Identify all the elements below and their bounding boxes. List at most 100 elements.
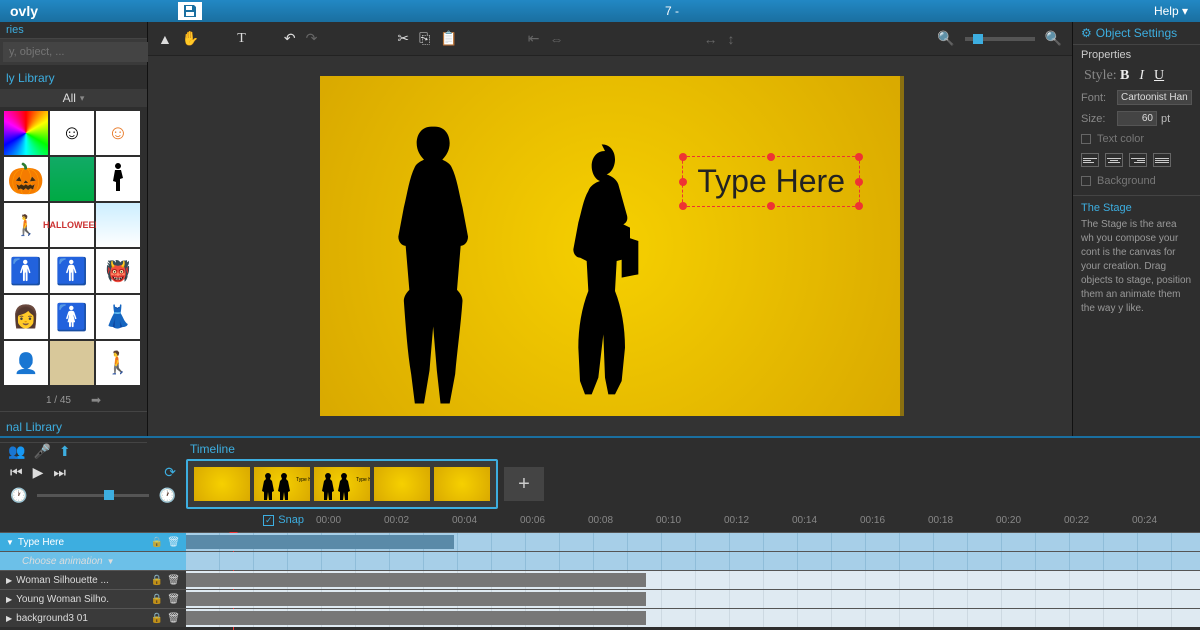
asset-thumb[interactable]: 🎃 bbox=[4, 157, 48, 201]
resize-handle[interactable] bbox=[679, 153, 687, 161]
align-center-icon[interactable]: ⇔ bbox=[549, 31, 563, 47]
asset-thumb[interactable]: 🚶 bbox=[96, 341, 140, 385]
lock-icon[interactable]: 🔒 bbox=[151, 613, 163, 624]
distribute-h-icon[interactable]: ↔ bbox=[703, 31, 717, 47]
asset-thumb[interactable]: ☺ bbox=[50, 111, 94, 155]
textcolor-checkbox[interactable] bbox=[1081, 134, 1091, 144]
timeline-track[interactable]: Choose animation ▼ bbox=[0, 551, 1200, 570]
resize-handle[interactable] bbox=[767, 153, 775, 161]
copy-icon[interactable]: ⎘ bbox=[419, 30, 430, 47]
timeline-track[interactable]: ▶Young Woman Silho.🔒🗑 bbox=[0, 589, 1200, 608]
resize-handle[interactable] bbox=[855, 178, 863, 186]
track-bar[interactable] bbox=[186, 573, 646, 587]
clip-thumb[interactable] bbox=[374, 467, 430, 501]
track-bar[interactable] bbox=[186, 592, 646, 606]
expand-icon[interactable]: ▶ bbox=[6, 576, 12, 585]
asset-thumb[interactable]: 🚹 bbox=[50, 249, 94, 293]
search-row: ✕ 🔍 bbox=[0, 39, 147, 65]
align-left-button[interactable] bbox=[1081, 153, 1099, 167]
expand-icon[interactable]: ▼ bbox=[6, 538, 14, 547]
zoom-out-icon[interactable]: 🔍 bbox=[937, 30, 954, 47]
clip-thumb[interactable]: Type Here bbox=[254, 467, 310, 501]
select-tool-icon[interactable]: ▲ bbox=[158, 31, 172, 47]
clip-thumb[interactable] bbox=[194, 467, 250, 501]
timeline-track[interactable]: ▼Type Here🔒🗑 bbox=[0, 532, 1200, 551]
asset-thumb[interactable]: 👩 bbox=[4, 295, 48, 339]
undo-icon[interactable]: ↶ bbox=[284, 30, 296, 47]
save-button[interactable] bbox=[178, 2, 202, 20]
zoom-in-icon[interactable]: 🔍 bbox=[1045, 30, 1062, 47]
hand-tool-icon[interactable]: ✋ bbox=[182, 30, 199, 47]
stage-canvas[interactable]: Type Here bbox=[320, 76, 900, 416]
help-menu[interactable]: Help ▾ bbox=[1142, 4, 1200, 18]
italic-button[interactable]: I bbox=[1136, 68, 1147, 84]
add-clip-button[interactable]: + bbox=[504, 467, 544, 501]
forward-icon[interactable]: ⏭ bbox=[53, 464, 66, 481]
lock-icon[interactable]: 🔒 bbox=[151, 537, 163, 548]
expand-icon[interactable]: ▶ bbox=[6, 614, 12, 623]
timeline-track[interactable]: ▶background3 01🔒🗑 bbox=[0, 608, 1200, 627]
asset-thumb[interactable] bbox=[96, 157, 140, 201]
asset-thumb[interactable] bbox=[50, 157, 94, 201]
delete-icon[interactable]: 🗑 bbox=[167, 594, 180, 605]
size-input[interactable] bbox=[1117, 111, 1157, 126]
asset-thumb[interactable]: HALLOWEEN bbox=[50, 203, 94, 247]
category-filter[interactable]: All bbox=[0, 89, 147, 107]
cut-icon[interactable]: ✂ bbox=[397, 30, 409, 47]
bold-button[interactable]: B bbox=[1117, 68, 1132, 84]
lock-icon[interactable]: 🔒 bbox=[151, 594, 163, 605]
zoom-slider[interactable] bbox=[965, 37, 1035, 41]
underline-button[interactable]: U bbox=[1151, 68, 1167, 84]
resize-handle[interactable] bbox=[679, 178, 687, 186]
asset-thumb[interactable]: 👤 bbox=[4, 341, 48, 385]
resize-handle[interactable] bbox=[679, 202, 687, 210]
font-select[interactable] bbox=[1117, 90, 1192, 105]
track-bar[interactable] bbox=[186, 535, 454, 549]
sidebar-tab[interactable]: ries bbox=[0, 22, 147, 39]
asset-thumb[interactable]: 🚶 bbox=[4, 203, 48, 247]
asset-thumb[interactable] bbox=[4, 111, 48, 155]
silhouette-1[interactable] bbox=[380, 116, 490, 416]
asset-thumb[interactable]: 🚺 bbox=[50, 295, 94, 339]
text-tool-icon[interactable]: T bbox=[237, 31, 246, 47]
silhouette-2[interactable] bbox=[555, 126, 655, 416]
text-box-selected[interactable]: Type Here bbox=[682, 156, 860, 207]
search-input[interactable] bbox=[3, 42, 157, 62]
asset-thumb[interactable] bbox=[50, 341, 94, 385]
resize-handle[interactable] bbox=[767, 202, 775, 210]
resize-handle[interactable] bbox=[855, 153, 863, 161]
snap-checkbox[interactable]: ✓ bbox=[263, 515, 274, 526]
asset-thumb[interactable]: ☺ bbox=[96, 111, 140, 155]
resize-handle[interactable] bbox=[855, 202, 863, 210]
loop-icon[interactable]: ⟳ bbox=[164, 464, 176, 481]
time-ruler[interactable]: 00:0000:0200:0400:0600:0800:1000:1200:14… bbox=[316, 515, 1200, 526]
delete-icon[interactable]: 🗑 bbox=[167, 537, 180, 548]
track-bar[interactable] bbox=[186, 611, 646, 625]
clip-thumb[interactable] bbox=[434, 467, 490, 501]
asset-thumb[interactable]: 🚹 bbox=[4, 249, 48, 293]
asset-thumb[interactable] bbox=[96, 203, 140, 247]
align-center-button[interactable] bbox=[1105, 153, 1123, 167]
redo-icon[interactable]: ↷ bbox=[306, 30, 318, 47]
play-icon[interactable]: ▶ bbox=[33, 464, 44, 481]
background-checkbox[interactable] bbox=[1081, 176, 1091, 186]
delete-icon[interactable]: 🗑 bbox=[167, 575, 180, 586]
delete-icon[interactable]: 🗑 bbox=[167, 613, 180, 624]
rewind-icon[interactable]: ⏮ bbox=[10, 464, 23, 481]
lock-icon[interactable]: 🔒 bbox=[151, 575, 163, 586]
align-left-icon[interactable]: ⇤ bbox=[528, 30, 540, 47]
asset-thumb[interactable]: 👹 bbox=[96, 249, 140, 293]
time-slider[interactable] bbox=[37, 494, 148, 497]
library-sidebar: ries ✕ 🔍 ly Library All ☺ ☺ 🎃 🚶 HALLOWEE… bbox=[0, 22, 148, 436]
asset-thumb[interactable]: 👗 bbox=[96, 295, 140, 339]
align-justify-button[interactable] bbox=[1153, 153, 1171, 167]
paste-icon[interactable]: 📋 bbox=[440, 30, 457, 47]
ruler-tick: 00:12 bbox=[724, 515, 792, 526]
expand-icon[interactable]: ▶ bbox=[6, 595, 12, 604]
next-page-icon[interactable]: ➡ bbox=[91, 393, 101, 407]
distribute-v-icon[interactable]: ↕ bbox=[727, 31, 734, 47]
timeline-track[interactable]: ▶Woman Silhouette ...🔒🗑 bbox=[0, 570, 1200, 589]
align-right-button[interactable] bbox=[1129, 153, 1147, 167]
text-content[interactable]: Type Here bbox=[697, 163, 845, 199]
clip-thumb[interactable]: Type Here bbox=[314, 467, 370, 501]
